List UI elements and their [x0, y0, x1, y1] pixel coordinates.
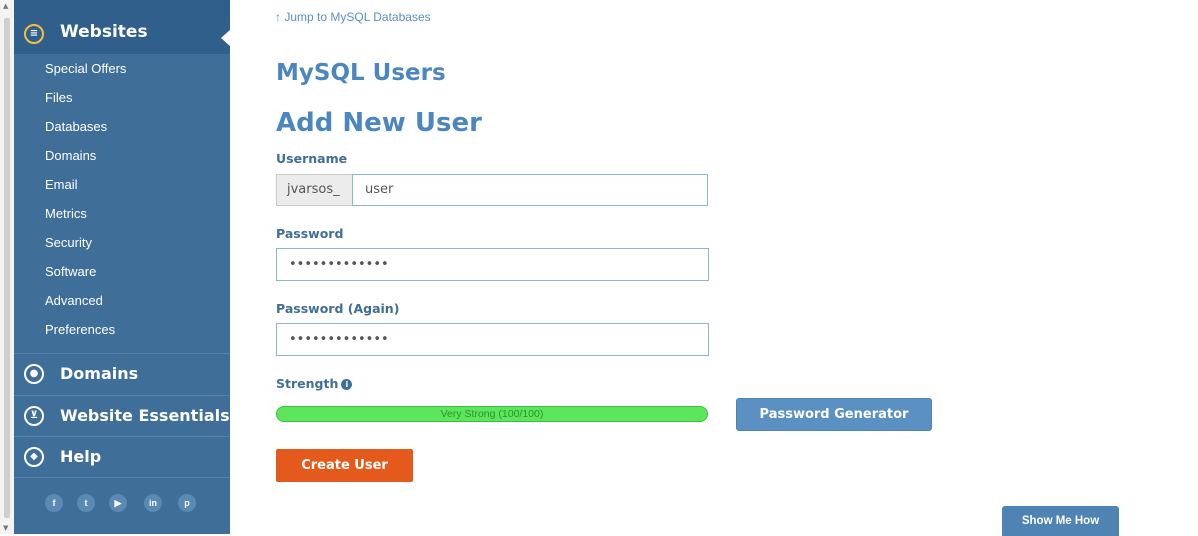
username-input[interactable]: user — [352, 174, 708, 206]
sidebar-section-domains[interactable]: ● Domains — [14, 353, 230, 395]
sidebar-section-website-essentials[interactable]: ⊻ Website Essentials — [14, 395, 230, 437]
sidebar-item-special-offers[interactable]: Special Offers — [14, 54, 230, 83]
sidebar-item-security[interactable]: Security — [14, 228, 230, 257]
password-label: Password — [276, 226, 344, 241]
show-me-how-button[interactable]: Show Me How — [1002, 506, 1119, 536]
page-scrollbar[interactable]: ▲ ▼ — [0, 0, 14, 534]
password-again-input[interactable]: ••••••••••••• — [276, 323, 709, 356]
info-icon[interactable]: i — [341, 379, 353, 390]
facebook-icon[interactable]: f — [45, 494, 63, 512]
youtube-icon[interactable]: ▶ — [109, 494, 127, 512]
sidebar-submenu: Special Offers Files Databases Domains E… — [14, 54, 230, 344]
linkedin-icon[interactable]: in — [144, 494, 162, 512]
twitter-icon[interactable]: t — [77, 494, 95, 512]
sidebar: ≡ Websites Special Offers Files Database… — [14, 0, 231, 535]
sidebar-websites-label: Websites — [60, 22, 148, 42]
jump-to-mysql-databases-link[interactable]: ↑ Jump to MySQL Databases — [275, 10, 431, 24]
scroll-up-arrow-icon[interactable]: ▲ — [3, 2, 8, 10]
social-links: f t ▶ in p — [14, 477, 230, 535]
main-content: ↑ Jump to MySQL Databases MySQL Users Ad… — [230, 0, 1198, 536]
sidebar-item-files[interactable]: Files — [14, 83, 230, 112]
globe-icon: ● — [24, 364, 44, 384]
strength-label-row: Strength i — [276, 376, 353, 391]
create-user-button[interactable]: Create User — [276, 449, 413, 482]
help-icon: ◆ — [24, 447, 44, 467]
password-input[interactable]: ••••••••••••• — [276, 248, 709, 281]
sidebar-item-databases[interactable]: Databases — [14, 112, 230, 141]
password-strength-meter: Very Strong (100/100) — [276, 406, 708, 422]
username-prefix: jvarsos_ — [276, 174, 352, 206]
sidebar-websites-header[interactable]: ≡ Websites — [14, 0, 231, 54]
strength-text: Very Strong (100/100) — [440, 408, 544, 420]
sidebar-section-label: Website Essentials — [60, 406, 230, 425]
password-again-label: Password (Again) — [276, 301, 400, 316]
page-title: MySQL Users — [276, 60, 446, 86]
strength-label: Strength — [276, 376, 339, 391]
username-label: Username — [276, 151, 348, 166]
sidebar-item-preferences[interactable]: Preferences — [14, 315, 230, 344]
password-generator-button[interactable]: Password Generator — [736, 398, 932, 431]
sidebar-item-advanced[interactable]: Advanced — [14, 286, 230, 315]
scrollbar-thumb[interactable] — [4, 18, 10, 518]
list-icon: ≡ — [24, 24, 44, 44]
sidebar-section-label: Help — [60, 447, 102, 466]
pinterest-icon[interactable]: p — [178, 494, 196, 512]
sidebar-section-help[interactable]: ◆ Help — [14, 436, 230, 478]
sidebar-item-domains[interactable]: Domains — [14, 141, 230, 170]
cart-icon: ⊻ — [24, 406, 44, 426]
sidebar-item-software[interactable]: Software — [14, 257, 230, 286]
section-title: Add New User — [276, 108, 482, 138]
sidebar-section-label: Domains — [60, 364, 139, 383]
scroll-down-arrow-icon[interactable]: ▼ — [3, 524, 8, 532]
sidebar-item-metrics[interactable]: Metrics — [14, 199, 230, 228]
sidebar-item-email[interactable]: Email — [14, 170, 230, 199]
